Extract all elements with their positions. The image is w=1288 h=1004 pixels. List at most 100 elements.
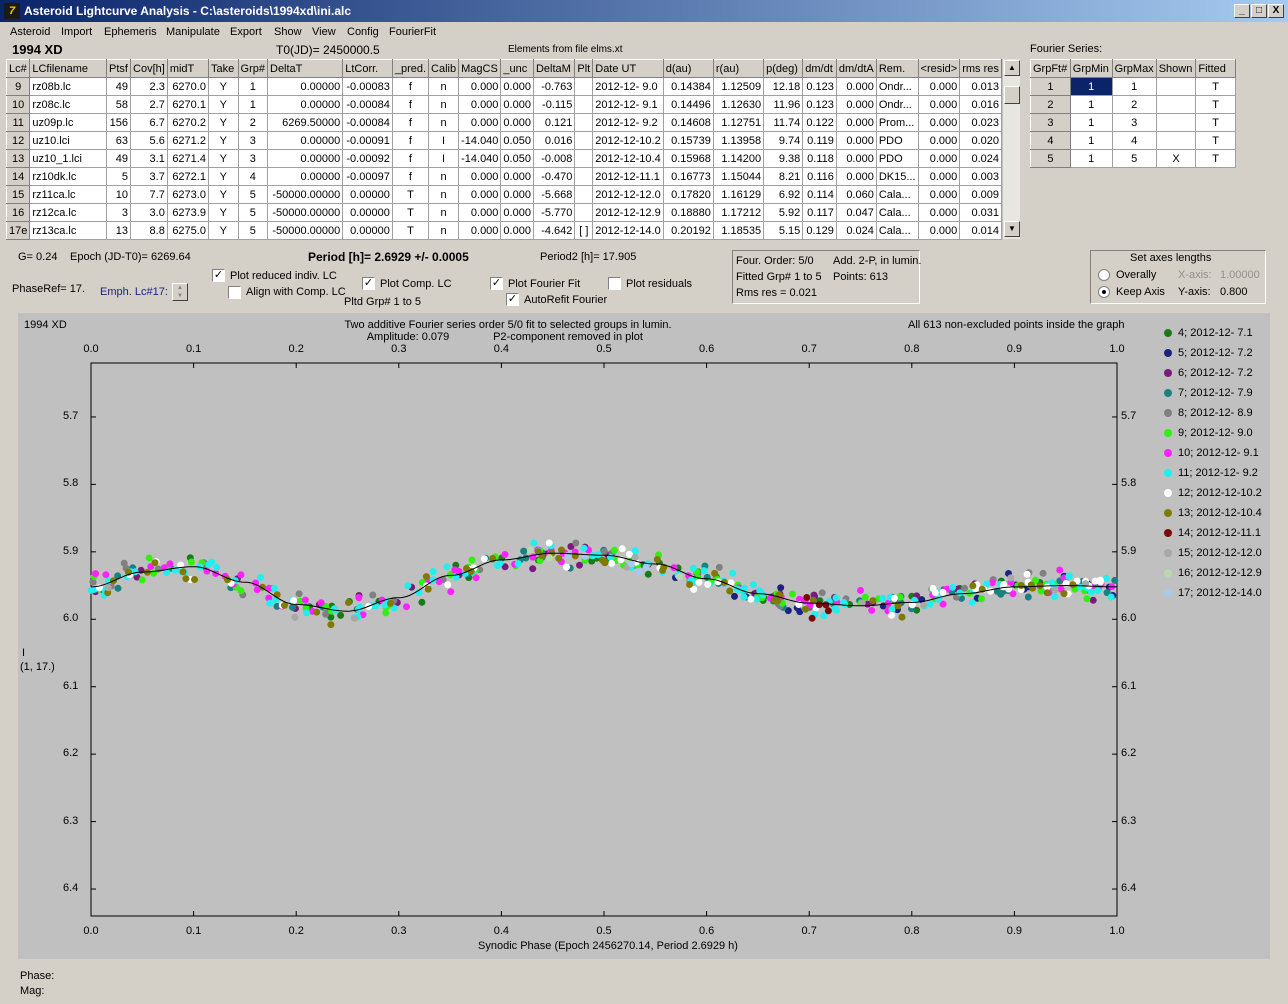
lc-cell[interactable]: 0.122 [802, 113, 837, 132]
lc-cell[interactable]: 3 [106, 203, 132, 222]
lc-cell[interactable]: -5.770 [532, 203, 576, 222]
lc-cell[interactable]: 1.18535 [712, 221, 765, 240]
lc-cell[interactable]: 156 [106, 113, 132, 132]
menu-manipulate[interactable]: Manipulate [166, 26, 220, 38]
lc-cell[interactable]: rz12ca.lc [29, 203, 108, 222]
scroll-down-button[interactable]: ▼ [1004, 221, 1020, 237]
lc-cell[interactable]: 0.123 [802, 77, 837, 96]
menu-ephemeris[interactable]: Ephemeris [104, 26, 157, 38]
lc-cell[interactable]: 7.7 [130, 185, 168, 204]
lc-cell[interactable]: 0.016 [959, 95, 1002, 114]
lc-cell[interactable]: -50000.00000 [266, 185, 344, 204]
lc-cell[interactable]: 0.14384 [662, 77, 714, 96]
lc-cell[interactable]: Y [207, 113, 239, 132]
lc-cell[interactable]: 0.000 [917, 185, 961, 204]
lc-cell[interactable]: 0.121 [532, 113, 576, 132]
fourier-cell[interactable]: 3 [1111, 113, 1157, 132]
lc-cell[interactable]: 3 [237, 149, 269, 168]
lc-col-header[interactable]: Take [207, 59, 239, 78]
lc-cell[interactable]: -0.00084 [342, 113, 393, 132]
lc-cell[interactable]: 1.12751 [712, 113, 765, 132]
lc-row-header[interactable]: 13 [5, 149, 31, 168]
menu-export[interactable]: Export [230, 26, 262, 38]
lc-cell[interactable]: 1.13958 [712, 131, 765, 150]
lc-cell[interactable]: 0.047 [835, 203, 877, 222]
lc-cell[interactable]: 8.21 [763, 167, 804, 186]
lc-cell[interactable]: 12.18 [763, 77, 804, 96]
lc-cell[interactable]: Y [207, 149, 239, 168]
lc-cell[interactable]: 0.114 [802, 185, 837, 204]
lc-row-header[interactable]: 10 [5, 95, 31, 114]
lc-cell[interactable]: 0.118 [802, 149, 837, 168]
lc-table-row[interactable]: 16 rz12ca.lc 3 3.0 6273.9 Y 5 -50000.00000 0.000… [5, 203, 1002, 222]
lc-cell[interactable]: 2012-12-11.1 [592, 167, 664, 186]
lc-cell[interactable]: 0.117 [802, 203, 837, 222]
lc-cell[interactable]: 0.000 [835, 95, 877, 114]
lc-cell[interactable]: 0.119 [802, 131, 837, 150]
fourier-table-row[interactable]: 313 T [1030, 113, 1236, 132]
lc-col-header[interactable]: MagCS [458, 59, 502, 78]
fourier-series-table[interactable]: GrpFt# GrpMin GrpMax Shown Fitted 111T212T31… [1030, 59, 1236, 168]
lc-cell[interactable]: 6270.2 [166, 113, 209, 132]
lc-cell[interactable]: 0.020 [959, 131, 1002, 150]
lc-cell[interactable]: 0.18880 [662, 203, 714, 222]
close-button[interactable]: X [1268, 4, 1284, 18]
lc-cell[interactable]: Y [207, 221, 239, 240]
lc-cell[interactable]: 1.12509 [712, 77, 765, 96]
lc-cell[interactable]: 3.1 [130, 149, 168, 168]
lc-cell[interactable]: 58 [106, 95, 132, 114]
lc-cell[interactable]: Y [207, 185, 239, 204]
lc-cell[interactable]: 2012-12-10.4 [592, 149, 664, 168]
lc-cell[interactable]: 13 [106, 221, 132, 240]
fourier-cell[interactable] [1155, 95, 1197, 114]
lc-cell[interactable]: n [428, 167, 460, 186]
lc-cell[interactable]: 3.7 [130, 167, 168, 186]
lc-cell[interactable]: n [428, 95, 460, 114]
lc-cell[interactable]: rz08b.lc [29, 77, 108, 96]
lc-cell[interactable]: 8.8 [130, 221, 168, 240]
lc-cell[interactable]: Cala... [875, 221, 919, 240]
lc-cell[interactable]: 0.000 [500, 113, 534, 132]
lc-cell[interactable]: 2 [237, 113, 269, 132]
plot-residuals-checkbox[interactable] [608, 277, 621, 290]
lc-table-row[interactable]: 14 rz10dk.lc 5 3.7 6272.1 Y 4 0.00000 -0.00097 f n… [5, 167, 1002, 186]
lc-cell[interactable]: -0.470 [532, 167, 576, 186]
lc-cell[interactable]: 0.00000 [342, 221, 393, 240]
lc-cell[interactable]: -0.763 [532, 77, 576, 96]
fourier-cell[interactable]: 1 [1111, 77, 1157, 96]
fourier-row-header[interactable]: 2 [1030, 95, 1071, 114]
lc-cell[interactable]: n [428, 221, 460, 240]
fourier-cell[interactable] [1155, 113, 1197, 132]
lc-col-header[interactable]: midT [166, 59, 209, 78]
fourier-cell[interactable] [1155, 77, 1197, 96]
lc-cell[interactable]: 0.000 [458, 203, 502, 222]
lc-cell[interactable]: 11.96 [763, 95, 804, 114]
lc-cell[interactable]: -0.00083 [342, 77, 393, 96]
lc-col-header[interactable]: DeltaM [532, 59, 576, 78]
lc-col-header[interactable]: Date UT [592, 59, 664, 78]
menu-import[interactable]: Import [61, 26, 92, 38]
lc-col-header[interactable]: r(au) [712, 59, 765, 78]
lc-cell[interactable]: n [428, 185, 460, 204]
lc-cell[interactable]: 1.14200 [712, 149, 765, 168]
fourier-cell[interactable]: 5 [1111, 149, 1157, 168]
lc-cell[interactable]: 0.050 [500, 149, 534, 168]
lc-cell[interactable]: 0.023 [959, 113, 1002, 132]
menu-fourierfit[interactable]: FourierFit [389, 26, 436, 38]
align-comp-checkbox[interactable] [228, 286, 241, 299]
menu-show[interactable]: Show [274, 26, 302, 38]
lc-cell[interactable]: 0.17820 [662, 185, 714, 204]
lc-table-row[interactable]: 15 rz11ca.lc 10 7.7 6273.0 Y 5 -50000.00000 0.00… [5, 185, 1002, 204]
fourier-cell[interactable]: T [1195, 149, 1236, 168]
menu-asteroid[interactable]: Asteroid [10, 26, 50, 38]
lc-row-header[interactable]: 16 [5, 203, 31, 222]
lc-cell[interactable]: 5 [237, 221, 269, 240]
lc-cell[interactable]: -50000.00000 [266, 221, 344, 240]
lc-cell[interactable]: 0.024 [959, 149, 1002, 168]
lc-cell[interactable]: 0.15739 [662, 131, 714, 150]
emph-lc-spinner[interactable]: ▲ ▼ [172, 283, 188, 301]
lc-cell[interactable]: 0.000 [917, 95, 961, 114]
lc-cell[interactable]: 5.15 [763, 221, 804, 240]
lc-cell[interactable]: 6270.0 [166, 77, 209, 96]
lc-table-row[interactable]: 17e rz13ca.lc 13 8.8 6275.0 Y 5 -50000.00000 0.0… [5, 221, 1002, 240]
